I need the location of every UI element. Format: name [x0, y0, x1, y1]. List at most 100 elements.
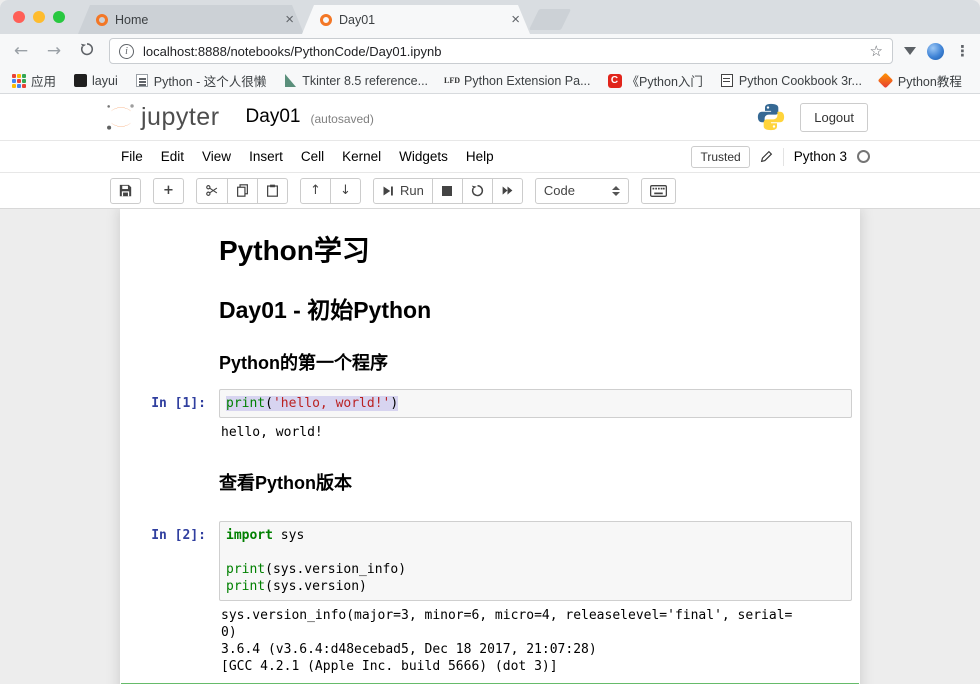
bookmark-python-blog[interactable]: Python - 这个人很懒 — [135, 71, 267, 90]
move-cell-up-button[interactable]: ↑ — [300, 178, 331, 204]
code-line: print(sys.version_info) — [226, 561, 845, 578]
tkinter-feather-icon — [283, 74, 297, 88]
extension-globe-icon[interactable] — [927, 43, 944, 60]
run-cell-button[interactable]: Run — [373, 178, 433, 204]
restart-run-all-button[interactable] — [492, 178, 523, 204]
bookmark-apps[interactable]: 应用 — [12, 71, 56, 90]
command-palette-button[interactable] — [641, 178, 676, 204]
output-prompt-spacer — [120, 420, 219, 445]
markdown-cell-h3-first-program: Python的第一个程序 — [120, 337, 860, 383]
page-info-icon[interactable]: i — [119, 44, 134, 59]
menu-help[interactable]: Help — [457, 149, 503, 164]
arrow-down-icon: ↓ — [340, 183, 351, 198]
jupyter-header: jupyter Day01 (autosaved) Logout — [0, 94, 980, 141]
arrow-up-icon: ↑ — [310, 183, 321, 198]
add-cell-button[interactable]: + — [153, 178, 184, 204]
prompt-spacer — [120, 337, 219, 383]
bookmark-label: 《Python入门 — [627, 71, 703, 90]
cell-output: hello, world! — [219, 420, 852, 445]
floppy-icon — [119, 184, 132, 197]
prompt-spacer — [120, 445, 219, 503]
run-icon — [382, 185, 394, 197]
heading-python-study: Python学习 — [219, 229, 850, 269]
cut-cell-button[interactable] — [196, 178, 228, 204]
downloads-indicator-icon[interactable] — [904, 47, 916, 55]
bookmark-star-icon[interactable]: ☆ — [870, 42, 883, 60]
notebook-title[interactable]: Day01 — [246, 106, 301, 128]
code-cell-2: In [2]: import sys print(sys.version_inf… — [120, 521, 860, 679]
url-text[interactable]: localhost:8888/notebooks/PythonCode/Day0… — [143, 44, 861, 59]
trusted-button[interactable]: Trusted — [691, 146, 749, 168]
menu-cell[interactable]: Cell — [292, 149, 333, 164]
csdn-c-icon: C — [608, 74, 622, 88]
input-prompt: In [2]: — [120, 521, 219, 601]
autosave-status: (autosaved) — [310, 112, 373, 126]
kernel-name: Python 3 — [794, 149, 847, 164]
zoom-window-button[interactable] — [53, 11, 65, 23]
divider — [783, 148, 784, 166]
bookmark-python-extension[interactable]: LFD Python Extension Pa... — [445, 74, 590, 88]
bookmark-label: Python教程 — [898, 71, 962, 90]
tab-strip: Home × Day01 × — [0, 0, 980, 34]
code-input-area[interactable]: print('hello, world!') — [219, 389, 852, 418]
python-blog-icon — [135, 74, 149, 88]
back-button[interactable]: ← — [10, 41, 32, 61]
browser-menu-icon[interactable]: ⋮ — [955, 42, 970, 60]
interrupt-kernel-button[interactable] — [432, 178, 463, 204]
tab-close-icon[interactable]: × — [511, 12, 520, 27]
apps-grid-icon — [12, 74, 26, 88]
traffic-lights — [13, 11, 65, 23]
tab-home[interactable]: Home × — [78, 5, 304, 34]
menu-insert[interactable]: Insert — [240, 149, 292, 164]
menu-widgets[interactable]: Widgets — [390, 149, 457, 164]
bookmark-python-tutorial[interactable]: Python教程 — [879, 71, 962, 90]
edit-mode-pencil-icon — [760, 150, 773, 163]
forward-button[interactable]: → — [43, 41, 65, 61]
cell-type-value: Code — [544, 183, 575, 198]
reload-button[interactable] — [76, 41, 98, 61]
menu-view[interactable]: View — [193, 149, 240, 164]
input-prompt: In [1]: — [120, 389, 219, 418]
jupyter-logo-icon[interactable] — [104, 100, 138, 134]
code-input-area[interactable]: import sys print(sys.version_info) print… — [219, 521, 852, 601]
bookmark-cookbook[interactable]: Python Cookbook 3r... — [720, 74, 862, 88]
paste-cell-button[interactable] — [257, 178, 288, 204]
bookmark-python-intro[interactable]: C 《Python入门 — [608, 71, 703, 90]
notebook-container: Python学习 Day01 - 初始Python Python的第一个程序 I… — [120, 209, 860, 684]
copy-cell-button[interactable] — [227, 178, 258, 204]
menubar-right-cluster: Trusted Python 3 — [691, 146, 870, 168]
bookmark-label: layui — [92, 74, 118, 88]
new-tab-button[interactable] — [529, 9, 571, 30]
url-bar[interactable]: i localhost:8888/notebooks/PythonCode/Da… — [109, 38, 893, 64]
plus-icon: + — [163, 183, 174, 198]
heading-first-program: Python的第一个程序 — [219, 349, 850, 375]
restart-kernel-button[interactable] — [462, 178, 493, 204]
tab-close-icon[interactable]: × — [285, 12, 294, 27]
close-window-button[interactable] — [13, 11, 25, 23]
menu-file[interactable]: File — [112, 149, 152, 164]
layui-icon — [73, 74, 87, 88]
reload-icon — [80, 42, 94, 56]
minimize-window-button[interactable] — [33, 11, 45, 23]
paste-icon — [266, 184, 279, 197]
prompt-spacer — [120, 223, 219, 283]
bookmark-label: Tkinter 8.5 reference... — [302, 74, 428, 88]
cell-type-dropdown[interactable]: Code — [535, 178, 629, 204]
jupyter-logo-text[interactable]: jupyter — [141, 103, 220, 132]
menu-kernel[interactable]: Kernel — [333, 149, 390, 164]
restart-icon — [471, 184, 484, 197]
move-cell-down-button[interactable]: ↓ — [330, 178, 361, 204]
code-cell-1: In [1]: print('hello, world!') hello, wo… — [120, 389, 860, 445]
tab-day01[interactable]: Day01 × — [302, 5, 530, 34]
menu-edit[interactable]: Edit — [152, 149, 193, 164]
bookmark-layui[interactable]: layui — [73, 74, 118, 88]
scissors-icon — [205, 184, 219, 197]
cookbook-icon — [720, 74, 734, 88]
code-line: print('hello, world!') — [226, 395, 845, 412]
save-button[interactable] — [110, 178, 141, 204]
bookmark-label: Python Extension Pa... — [464, 74, 590, 88]
logout-button[interactable]: Logout — [800, 103, 868, 132]
code-line-empty — [226, 544, 845, 561]
bookmark-tkinter[interactable]: Tkinter 8.5 reference... — [283, 74, 428, 88]
notebook-scroll-area[interactable]: Python学习 Day01 - 初始Python Python的第一个程序 I… — [0, 209, 980, 684]
